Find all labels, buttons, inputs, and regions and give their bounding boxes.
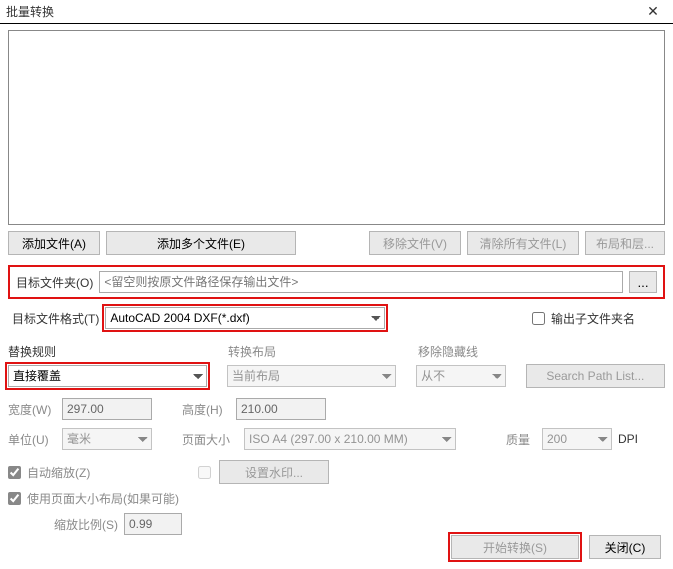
target-format-label: 目标文件格式(T): [12, 310, 99, 327]
output-subfolder-checkbox[interactable]: [532, 312, 545, 325]
hide-lines-select: 从不: [416, 365, 506, 387]
unit-label: 单位(U): [8, 431, 56, 448]
output-subfolder-field[interactable]: 输出子文件夹名: [532, 310, 635, 327]
options-row-2: 使用页面大小布局(如果可能): [8, 490, 665, 507]
pagesize-label: 页面大小: [182, 431, 238, 448]
hide-lines-label: 移除隐藏线: [418, 345, 478, 359]
height-label: 高度(H): [182, 401, 230, 418]
width-field: 宽度(W): [8, 398, 152, 420]
output-subfolder-label: 输出子文件夹名: [551, 310, 635, 327]
use-page-layout-field[interactable]: 使用页面大小布局(如果可能): [8, 490, 179, 507]
auto-scale-label: 自动缩放(Z): [27, 464, 90, 481]
target-folder-row: 目标文件夹(O) ...: [8, 265, 665, 299]
window-title: 批量转换: [6, 3, 54, 20]
scale-ratio-input: [124, 513, 182, 535]
unit-select: 毫米: [62, 428, 152, 450]
rules-header-row: 替换规则 转换布局 移除隐藏线: [8, 343, 665, 360]
width-label: 宽度(W): [8, 401, 56, 418]
close-button[interactable]: 关闭(C): [589, 535, 661, 559]
dpi-label: DPI: [618, 432, 666, 446]
clear-all-button[interactable]: 清除所有文件(L): [467, 231, 579, 255]
dims-row-2: 单位(U) 毫米 页面大小 ISO A4 (297.00 x 210.00 MM…: [8, 428, 665, 450]
use-page-layout-label: 使用页面大小布局(如果可能): [27, 490, 179, 507]
titlebar: 批量转换 ✕: [0, 0, 673, 24]
pagesize-select: ISO A4 (297.00 x 210.00 MM): [244, 428, 456, 450]
quality-field: 质量 200 DPI: [506, 428, 666, 450]
auto-scale-checkbox[interactable]: [8, 466, 21, 479]
rules-row: 直接覆盖 当前布局 从不 Search Path List...: [8, 364, 665, 388]
scale-ratio-label: 缩放比例(S): [54, 516, 118, 533]
unit-field: 单位(U) 毫米: [8, 428, 152, 450]
file-toolbar: 添加文件(A) 添加多个文件(E) 移除文件(V) 清除所有文件(L) 布局和层…: [8, 231, 665, 255]
remove-file-button[interactable]: 移除文件(V): [369, 231, 461, 255]
set-watermark-button[interactable]: 设置水印...: [219, 460, 329, 484]
convert-layout-select: 当前布局: [227, 365, 396, 387]
auto-scale-field[interactable]: 自动缩放(Z): [8, 464, 168, 481]
browse-folder-button[interactable]: ...: [629, 271, 657, 293]
watermark-checkbox: [198, 466, 211, 479]
start-convert-button[interactable]: 开始转换(S): [451, 535, 579, 559]
quality-label: 质量: [506, 431, 536, 448]
quality-select: 200: [542, 428, 612, 450]
close-icon[interactable]: ✕: [639, 3, 667, 20]
replace-rule-label: 替换规则: [8, 345, 56, 359]
use-page-layout-checkbox[interactable]: [8, 492, 21, 505]
search-path-button[interactable]: Search Path List...: [526, 364, 665, 388]
pagesize-field: 页面大小 ISO A4 (297.00 x 210.00 MM): [182, 428, 456, 450]
options-row-1: 自动缩放(Z) 设置水印...: [8, 460, 665, 484]
add-multi-files-button[interactable]: 添加多个文件(E): [106, 231, 296, 255]
width-input: [62, 398, 152, 420]
target-format-row: 目标文件格式(T) AutoCAD 2004 DXF(*.dxf) 输出子文件夹…: [8, 307, 665, 329]
target-folder-input[interactable]: [99, 271, 623, 293]
target-format-select[interactable]: AutoCAD 2004 DXF(*.dxf): [105, 307, 385, 329]
height-input: [236, 398, 326, 420]
height-field: 高度(H): [182, 398, 326, 420]
add-file-button[interactable]: 添加文件(A): [8, 231, 100, 255]
dims-row-1: 宽度(W) 高度(H): [8, 398, 665, 420]
target-folder-label: 目标文件夹(O): [16, 274, 93, 291]
convert-layout-label: 转换布局: [228, 345, 276, 359]
file-list[interactable]: [8, 30, 665, 225]
layout-layer-button[interactable]: 布局和层...: [585, 231, 665, 255]
dialog-body: 添加文件(A) 添加多个文件(E) 移除文件(V) 清除所有文件(L) 布局和层…: [0, 24, 673, 543]
scale-ratio-row: 缩放比例(S): [8, 513, 665, 535]
replace-rule-select[interactable]: 直接覆盖: [8, 365, 207, 387]
footer: 开始转换(S) 关闭(C): [451, 535, 661, 559]
